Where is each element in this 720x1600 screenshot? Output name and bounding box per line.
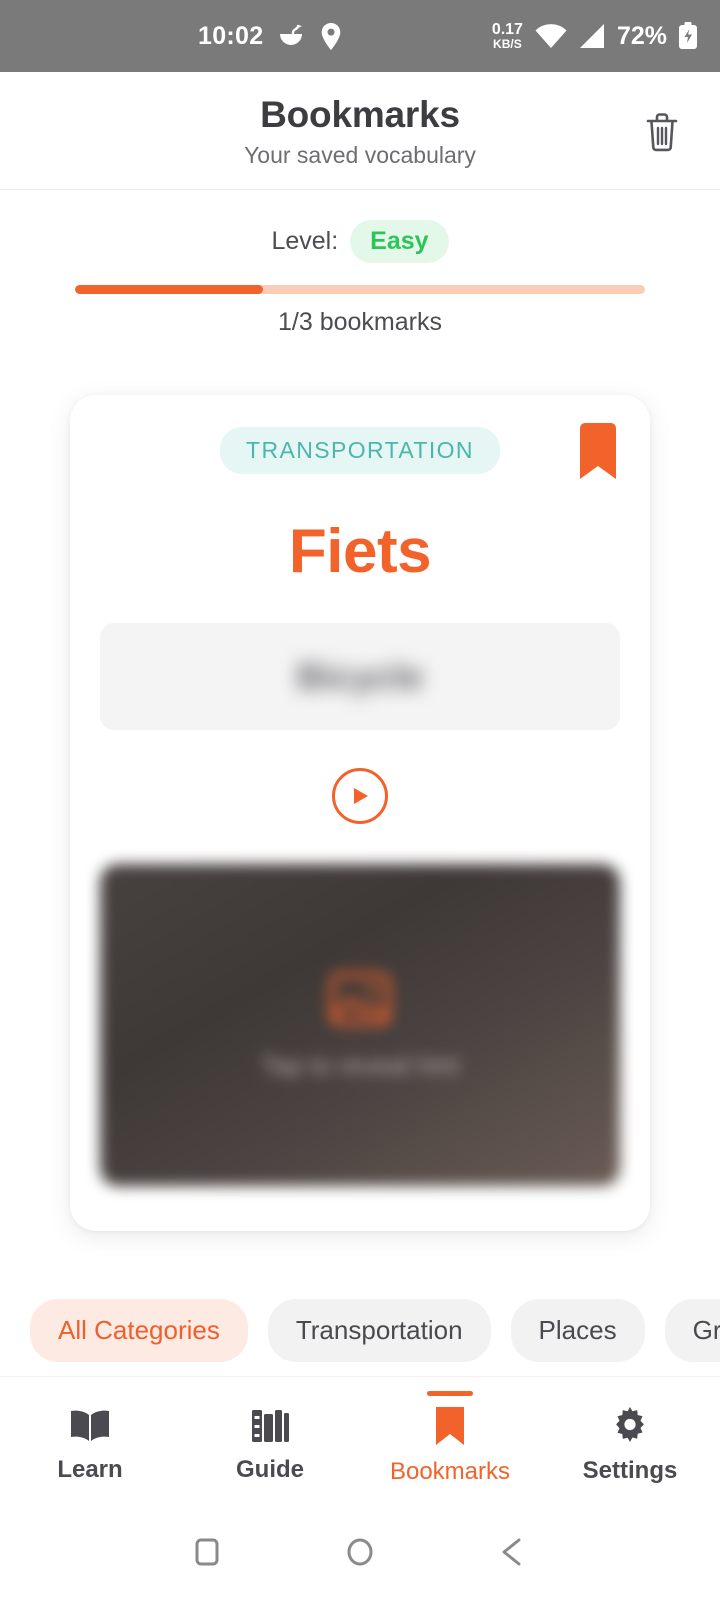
status-time: 10:02 (198, 21, 264, 50)
food-bowl-icon (277, 23, 307, 49)
hint-image-area[interactable]: Tap to reveal hint (100, 864, 620, 1186)
app-screen: 10:02 0.17 KB/S 72% Bookmarks Your saved… (0, 0, 720, 1600)
nav-item-bookmarks[interactable]: Bookmarks (360, 1377, 540, 1504)
level-badge[interactable]: Easy (350, 220, 449, 263)
card-top-row: TRANSPORTATION (100, 423, 620, 479)
library-books-icon (248, 1406, 292, 1446)
nav-item-guide[interactable]: Guide (180, 1377, 360, 1504)
trash-icon (643, 111, 681, 153)
status-bar-left: 10:02 (198, 22, 341, 51)
progress-bar-fill (75, 285, 264, 294)
page-title: Bookmarks (260, 94, 460, 135)
nav-label-guide: Guide (235, 1455, 304, 1483)
hint-text: Tap to reveal hint (260, 1049, 459, 1080)
card-bookmark-toggle[interactable] (576, 422, 620, 482)
delete-all-bookmarks-button[interactable] (636, 106, 688, 158)
network-speed-value: 0.17 (491, 21, 523, 38)
network-speed-indicator: 0.17 KB/S (491, 21, 523, 51)
vocabulary-card[interactable]: TRANSPORTATION Fiets Bicycle Tap to reve… (70, 395, 650, 1231)
status-bar-right: 0.17 KB/S 72% (492, 22, 698, 51)
nav-label-settings: Settings (582, 1456, 678, 1484)
nav-label-learn: Learn (57, 1455, 123, 1483)
card-area: TRANSPORTATION Fiets Bicycle Tap to reve… (0, 337, 720, 1284)
open-book-icon (67, 1406, 113, 1446)
image-placeholder-icon (328, 970, 392, 1028)
nav-item-learn[interactable]: Learn (0, 1377, 180, 1504)
location-pin-icon (321, 22, 341, 50)
translation-text: Bicycle (296, 655, 424, 697)
category-chip[interactable]: Places (510, 1298, 645, 1362)
nav-item-settings[interactable]: Settings (540, 1377, 720, 1504)
level-row: Level: Easy (0, 220, 720, 263)
circle-home-icon[interactable] (343, 1535, 377, 1569)
bottom-navigation: Learn Guide Bookmarks Settings (0, 1376, 720, 1504)
nav-label-bookmarks: Bookmarks (389, 1457, 511, 1485)
category-chip[interactable]: Transportation (267, 1298, 491, 1362)
category-chip[interactable]: Gr (664, 1298, 720, 1362)
cellular-signal-icon (579, 23, 606, 49)
active-tab-indicator (427, 1391, 473, 1396)
app-header: Bookmarks Your saved vocabulary (0, 72, 720, 190)
progress-caption: 1/3 bookmarks (278, 308, 442, 336)
vocabulary-word: Fiets (288, 517, 432, 586)
page-subtitle: Your saved vocabulary (244, 142, 476, 168)
battery-percent-label: 72% (616, 21, 667, 50)
android-navigation-bar (0, 1504, 720, 1600)
card-category-chip: TRANSPORTATION (220, 427, 500, 474)
category-filter-bar[interactable]: All Categories Transportation Places Gr (0, 1284, 720, 1376)
audio-row (100, 768, 620, 824)
play-audio-button[interactable] (332, 768, 388, 824)
hint-inner: Tap to reveal hint (261, 970, 459, 1081)
gear-icon (609, 1405, 651, 1447)
play-audio-icon (349, 785, 371, 807)
category-chip[interactable]: All Categories (30, 1298, 248, 1362)
level-progress-section: Level: Easy 1/3 bookmarks (0, 190, 720, 337)
progress-bar (75, 285, 645, 294)
bookmark-icon (432, 1404, 468, 1448)
wifi-icon (534, 23, 568, 49)
network-speed-unit: KB/S (493, 37, 522, 51)
level-label: Level: (271, 227, 339, 255)
triangle-back-icon[interactable] (496, 1535, 530, 1569)
translation-reveal-area[interactable]: Bicycle (100, 623, 620, 730)
square-recents-icon[interactable] (190, 1535, 224, 1569)
status-bar: 10:02 0.17 KB/S 72% (0, 0, 720, 72)
battery-charging-icon (678, 22, 698, 50)
